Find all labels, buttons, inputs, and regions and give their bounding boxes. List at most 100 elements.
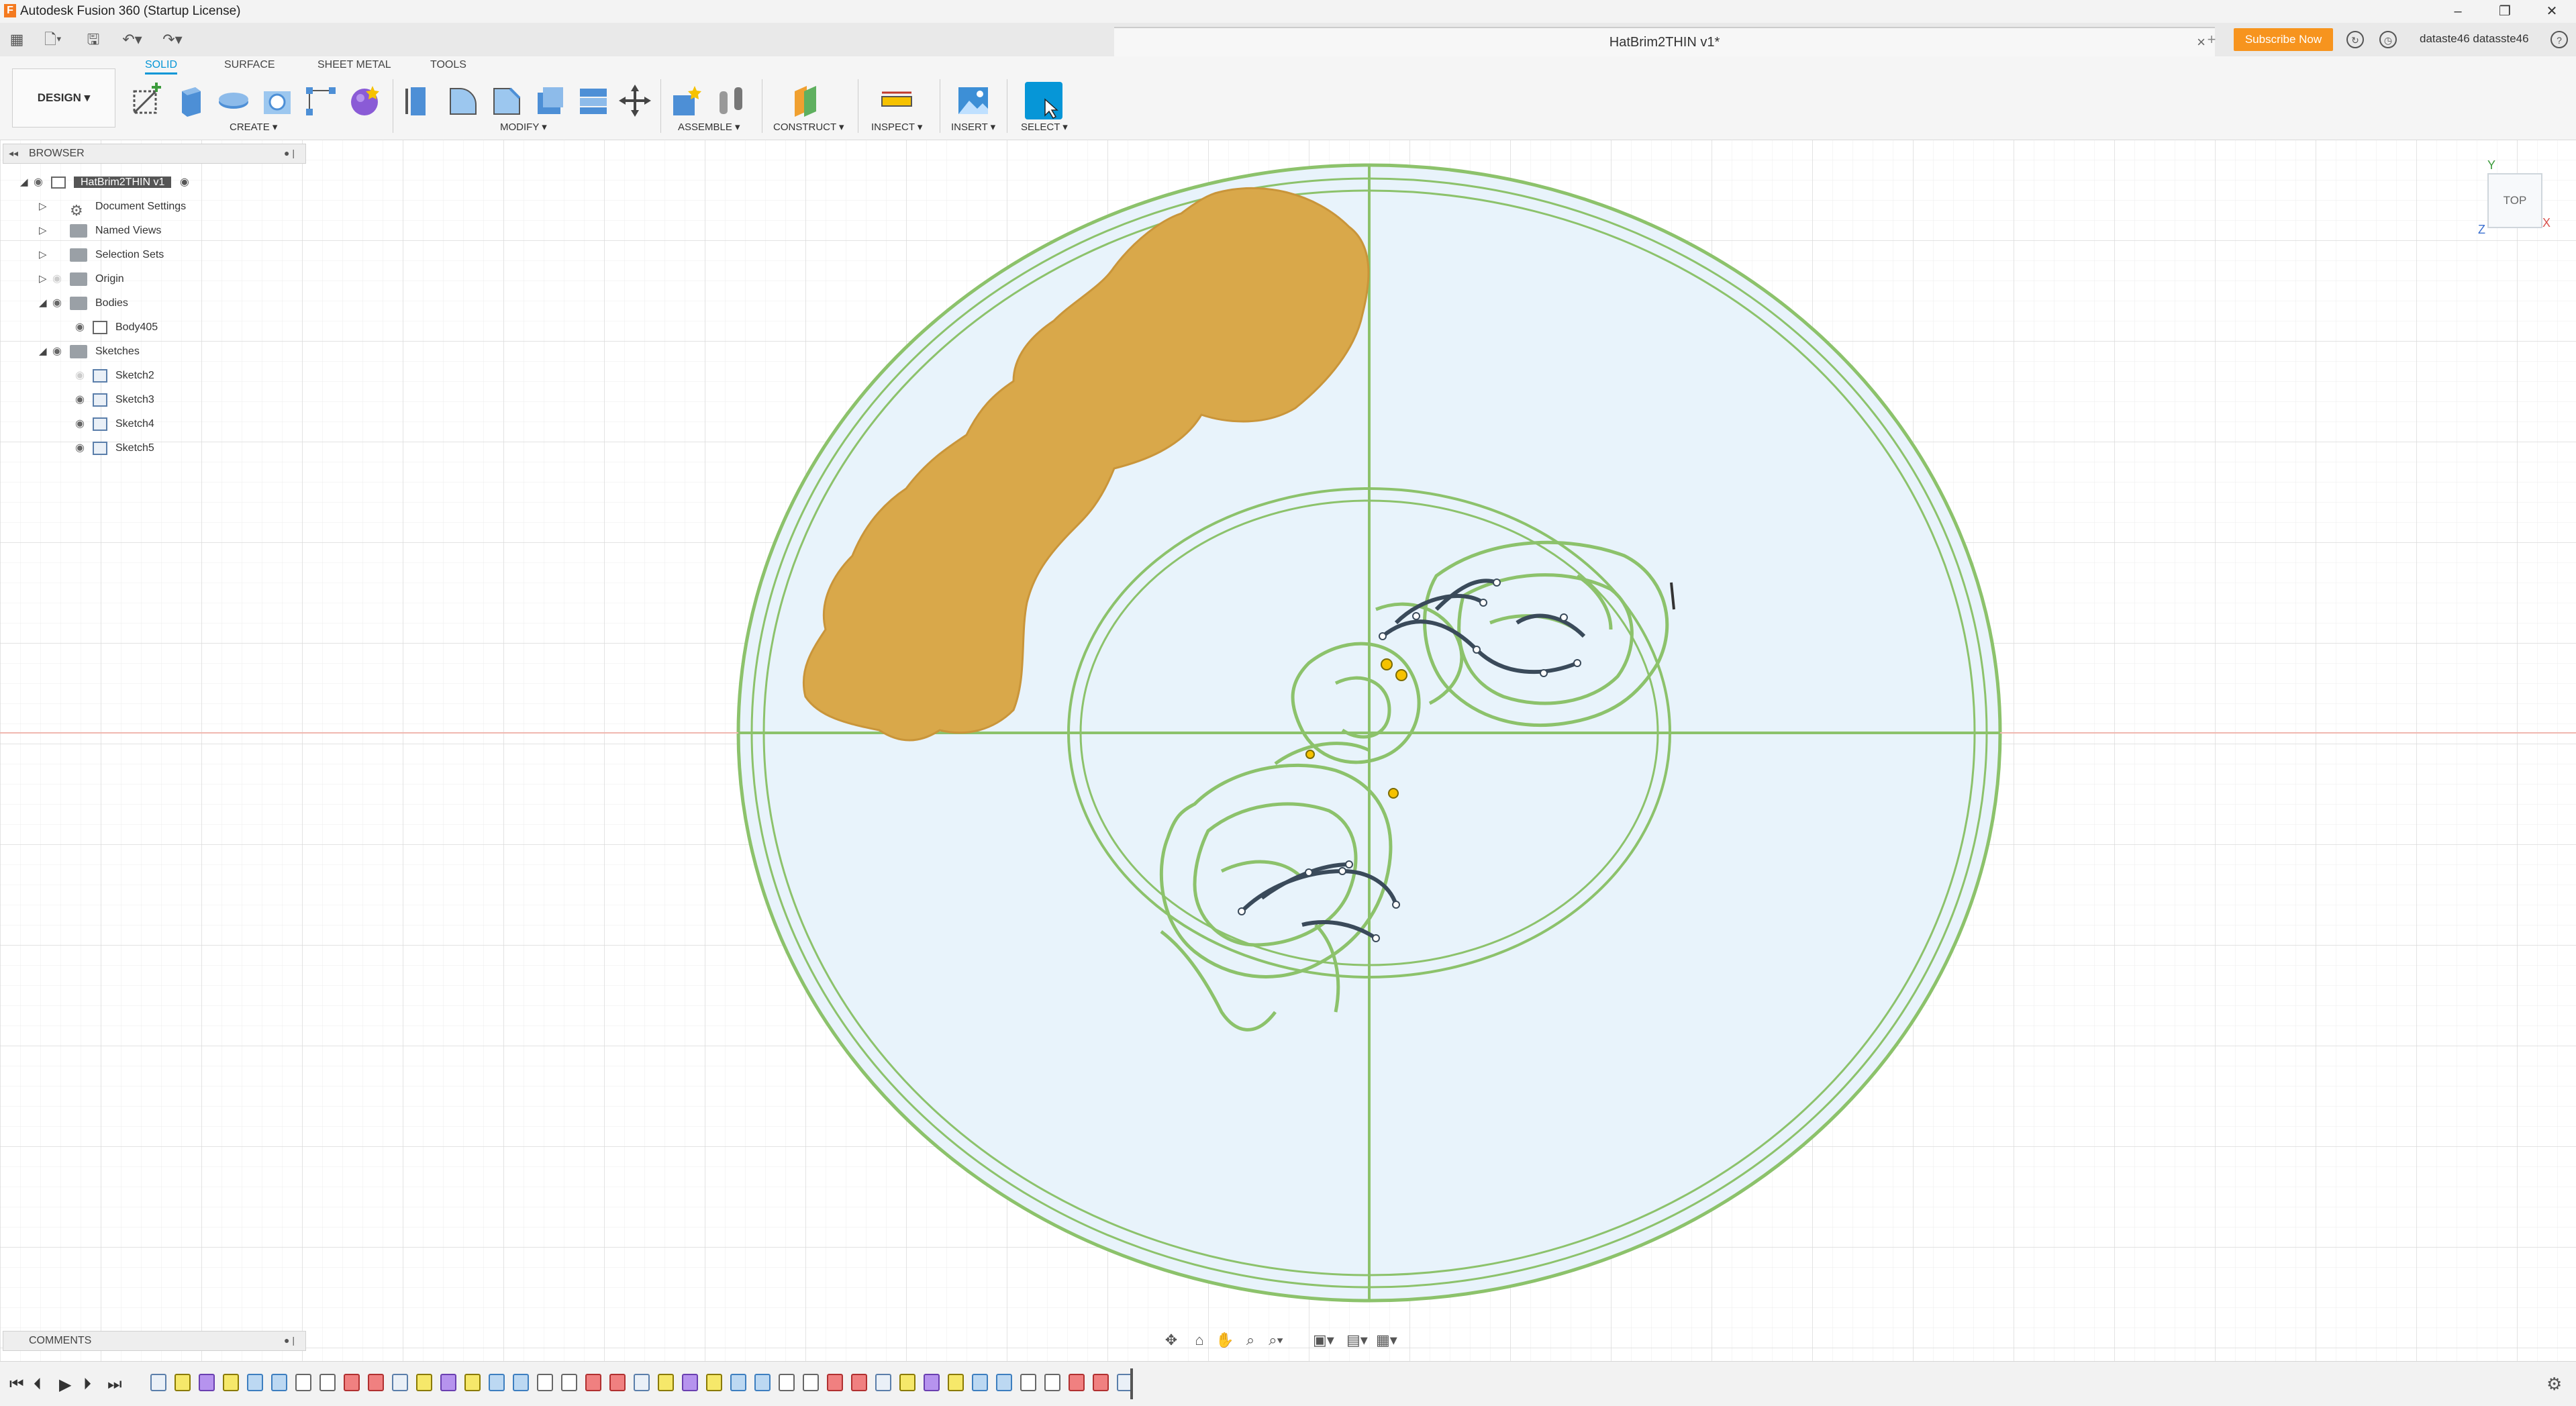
user-account[interactable]: dataste46 datasste46: [2420, 32, 2529, 46]
timeline-feature-icon[interactable]: [513, 1374, 529, 1391]
insert-menu[interactable]: INSERT ▾: [951, 121, 995, 133]
timeline-feature-icon[interactable]: [1044, 1374, 1060, 1391]
timeline-feature-icon[interactable]: [996, 1374, 1012, 1391]
hole-icon[interactable]: [258, 82, 296, 119]
browser-item-document-settings[interactable]: ▷ ⚙ Document Settings: [39, 196, 186, 219]
create-menu[interactable]: CREATE ▾: [230, 121, 277, 133]
tab-sheet-metal[interactable]: SHEET METAL: [317, 59, 391, 71]
timeline-feature-icon[interactable]: [851, 1374, 867, 1391]
timeline-feature-icon[interactable]: [875, 1374, 891, 1391]
select-icon[interactable]: [1025, 82, 1062, 119]
timeline-feature-icon[interactable]: [609, 1374, 626, 1391]
orbit-icon[interactable]: ✥: [1161, 1332, 1181, 1350]
shell-icon[interactable]: [531, 82, 568, 119]
insert-image-icon[interactable]: [954, 82, 992, 119]
close-window-button[interactable]: ✕: [2530, 0, 2573, 23]
timeline-feature-icon[interactable]: [247, 1374, 263, 1391]
timeline-feature-icon[interactable]: [1069, 1374, 1085, 1391]
timeline-feature-icon[interactable]: [392, 1374, 408, 1391]
go-to-end-icon[interactable]: ⏭: [107, 1375, 122, 1394]
browser-item-sketch3[interactable]: ◉ Sketch3: [75, 389, 154, 411]
comments-panel[interactable]: COMMENTS ● |: [3, 1331, 306, 1351]
timeline-feature-icon[interactable]: [150, 1374, 166, 1391]
help-icon[interactable]: ?: [2550, 31, 2568, 48]
revolve-icon[interactable]: [215, 82, 252, 119]
collapse-panel-icon[interactable]: ◂◂: [9, 148, 18, 159]
collapse-triangle-icon[interactable]: ◢: [39, 293, 52, 314]
visibility-eye-icon[interactable]: ◉: [52, 341, 70, 362]
timeline-feature-icon[interactable]: [779, 1374, 795, 1391]
assemble-menu[interactable]: ASSEMBLE ▾: [678, 121, 740, 133]
timeline-feature-icon[interactable]: [1020, 1374, 1036, 1391]
browser-item-sketch5[interactable]: ◉ Sketch5: [75, 438, 154, 459]
timeline-feature-icon[interactable]: [440, 1374, 456, 1391]
timeline-feature-icon[interactable]: [682, 1374, 698, 1391]
activate-radio-icon[interactable]: ◉: [180, 177, 189, 188]
step-back-icon[interactable]: ⏴: [34, 1375, 42, 1394]
create-form-icon[interactable]: [346, 82, 383, 119]
timeline-feature-icon[interactable]: [754, 1374, 771, 1391]
timeline-feature-icon[interactable]: [223, 1374, 239, 1391]
job-status-icon[interactable]: ↻: [2346, 31, 2364, 48]
create-sketch-icon[interactable]: [128, 82, 165, 119]
go-to-start-icon[interactable]: ⏮: [9, 1375, 24, 1394]
timeline-feature-icon[interactable]: [899, 1374, 915, 1391]
inspect-menu[interactable]: INSPECT ▾: [871, 121, 922, 133]
modify-menu[interactable]: MODIFY ▾: [500, 121, 547, 133]
tab-tools[interactable]: TOOLS: [430, 59, 466, 71]
new-component-icon[interactable]: [668, 82, 705, 119]
timeline-marker[interactable]: [1130, 1368, 1133, 1399]
timeline-feature-icon[interactable]: [585, 1374, 601, 1391]
hidden-eye-icon[interactable]: ◉: [52, 268, 70, 290]
measure-icon[interactable]: [878, 82, 915, 119]
timeline-feature-icon[interactable]: [271, 1374, 287, 1391]
timeline-settings-gear-icon[interactable]: ⚙: [2546, 1374, 2562, 1395]
zoom-icon[interactable]: ⌕: [1240, 1332, 1260, 1350]
timeline-feature-icon[interactable]: [706, 1374, 722, 1391]
play-icon[interactable]: ▶: [59, 1375, 71, 1395]
timeline-feature-icon[interactable]: [948, 1374, 964, 1391]
timeline-feature-icon[interactable]: [972, 1374, 988, 1391]
timeline-feature-icon[interactable]: [561, 1374, 577, 1391]
construct-menu[interactable]: CONSTRUCT ▾: [773, 121, 844, 133]
look-at-icon[interactable]: ⌂: [1189, 1332, 1209, 1350]
expand-triangle-icon[interactable]: ◢: [20, 172, 34, 193]
undo-icon[interactable]: ↶▾: [115, 30, 149, 50]
visibility-eye-icon[interactable]: ◉: [75, 413, 93, 435]
visibility-eye-icon[interactable]: ◉: [75, 438, 93, 459]
new-tab-icon[interactable]: +: [2201, 30, 2222, 50]
visibility-eye-icon[interactable]: ◉: [34, 172, 51, 193]
timeline-feature-icon[interactable]: [634, 1374, 650, 1391]
timeline-feature-icon[interactable]: [924, 1374, 940, 1391]
browser-item-named-views[interactable]: ▷ Named Views: [39, 220, 161, 242]
document-tab[interactable]: HatBrim2THIN v1* ×: [1114, 27, 2215, 58]
browser-pin-icon[interactable]: ● |: [284, 148, 295, 158]
browser-header[interactable]: ◂◂ BROWSER ● |: [3, 144, 306, 164]
app-grid-icon[interactable]: ▦: [7, 30, 27, 50]
view-cube[interactable]: TOP: [2487, 173, 2542, 228]
grid-settings-icon[interactable]: ▤▾: [1346, 1332, 1368, 1350]
timeline-feature-icon[interactable]: [416, 1374, 432, 1391]
timeline-feature-icon[interactable]: [827, 1374, 843, 1391]
select-menu[interactable]: SELECT ▾: [1021, 121, 1068, 133]
browser-item-sketches[interactable]: ◢ ◉ Sketches: [39, 341, 140, 362]
browser-root[interactable]: ◢ ◉ HatBrim2THIN v1 ◉: [20, 172, 189, 193]
chamfer-icon[interactable]: [487, 82, 525, 119]
view-cube-face[interactable]: TOP: [2504, 194, 2527, 207]
timeline-feature-icon[interactable]: [537, 1374, 553, 1391]
timeline-feature-icon[interactable]: [175, 1374, 191, 1391]
redo-icon[interactable]: ↷▾: [156, 30, 189, 50]
file-menu-icon[interactable]: 🗋▾: [38, 30, 68, 50]
joint-icon[interactable]: [713, 82, 750, 119]
restore-button[interactable]: ❐: [2483, 0, 2526, 23]
browser-item-bodies[interactable]: ◢ ◉ Bodies: [39, 293, 128, 314]
offset-plane-icon[interactable]: [787, 82, 824, 119]
subscribe-button[interactable]: Subscribe Now: [2234, 28, 2333, 51]
fillet-icon[interactable]: [444, 82, 481, 119]
extrude-icon[interactable]: [171, 82, 209, 119]
timeline-feature-icon[interactable]: [295, 1374, 311, 1391]
timeline-feature-icon[interactable]: [368, 1374, 384, 1391]
visibility-eye-icon[interactable]: ◉: [75, 389, 93, 411]
collapse-triangle-icon[interactable]: ◢: [39, 341, 52, 362]
timeline-feature-icon[interactable]: [489, 1374, 505, 1391]
